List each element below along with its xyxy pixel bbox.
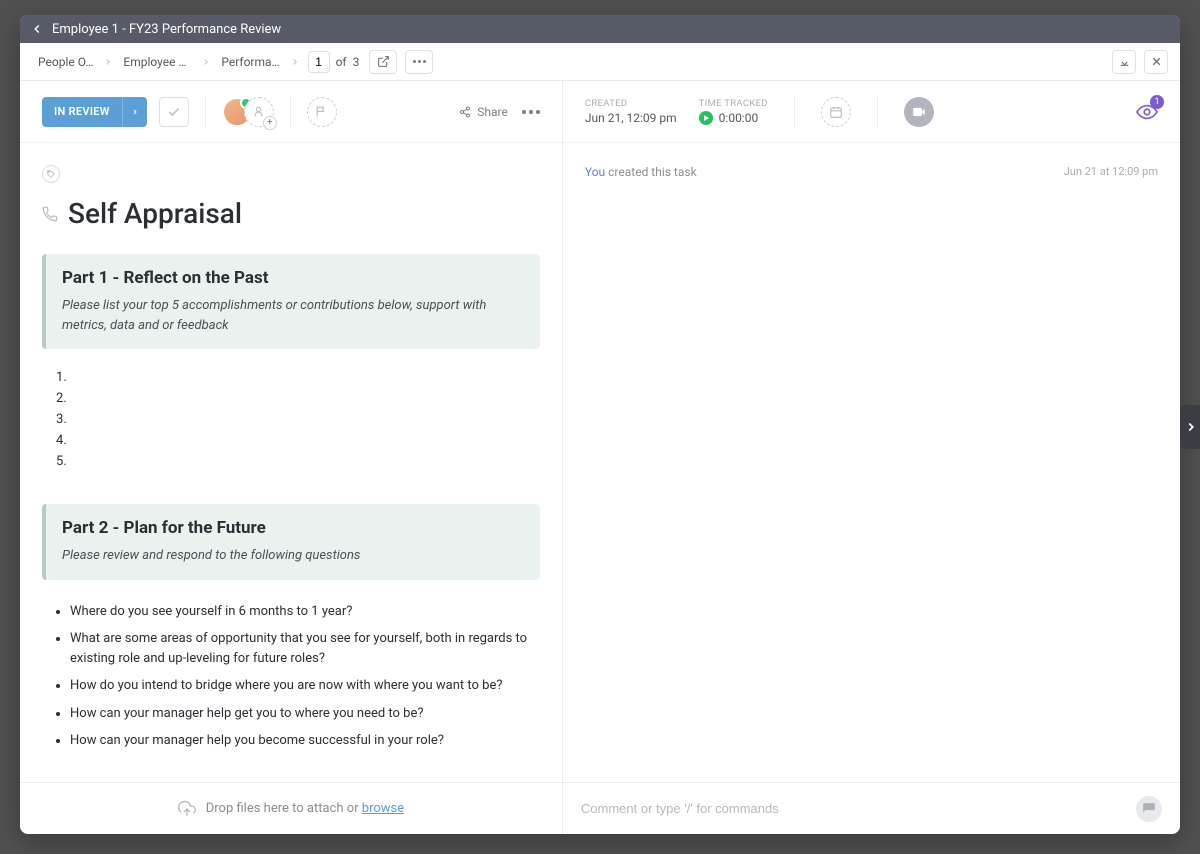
divider (794, 97, 795, 127)
browse-link[interactable]: browse (362, 801, 404, 816)
complete-check-button[interactable] (159, 97, 189, 127)
list-item[interactable]: How can your manager help you become suc… (70, 727, 540, 755)
close-icon[interactable] (1144, 50, 1168, 74)
divider (877, 97, 878, 127)
breadcrumb-item-0[interactable]: People O… (32, 51, 99, 73)
accomplishments-list[interactable] (42, 367, 540, 472)
list-item[interactable] (70, 367, 540, 388)
status-button[interactable]: IN REVIEW (42, 97, 147, 127)
list-item[interactable] (70, 430, 540, 451)
created-label: CREATED (585, 98, 677, 109)
part2-prompt: Please review and respond to the followi… (62, 546, 524, 566)
callout-part1: Part 1 - Reflect on the Past Please list… (42, 254, 540, 349)
attachment-dropzone[interactable]: Drop files here to attach or browse (20, 783, 563, 834)
chevron-right-icon (290, 57, 300, 67)
new-window-icon[interactable] (369, 50, 397, 74)
list-item[interactable] (70, 451, 540, 472)
window-title: Employee 1 - FY23 Performance Review (52, 22, 281, 37)
more-icon[interactable] (405, 50, 433, 74)
due-date-button[interactable] (821, 97, 851, 127)
status-caret-icon[interactable] (122, 97, 147, 127)
cloud-upload-icon (178, 800, 196, 818)
chevron-right-icon (201, 57, 211, 67)
questions-list[interactable]: Where do you see yourself in 6 months to… (42, 598, 540, 755)
status-label[interactable]: IN REVIEW (42, 97, 122, 127)
list-item[interactable]: How do you intend to bridge where you ar… (70, 672, 540, 700)
tag-button[interactable] (42, 165, 60, 183)
part1-prompt: Please list your top 5 accomplishments o… (62, 296, 524, 335)
dropzone-text: Drop files here to attach or (206, 801, 362, 816)
divider (290, 97, 291, 127)
plus-icon: + (263, 116, 277, 130)
chevron-right-icon (103, 57, 113, 67)
more-actions-icon[interactable] (522, 110, 540, 114)
list-item[interactable]: How can your manager help get you to whe… (70, 700, 540, 728)
share-label: Share (477, 105, 508, 119)
activity-entry: You created this task Jun 21 at 12:09 pm (585, 165, 1158, 179)
back-icon[interactable] (30, 22, 44, 36)
record-clip-button[interactable] (904, 97, 934, 127)
list-item[interactable] (70, 409, 540, 430)
comment-send-icon[interactable] (1136, 796, 1162, 822)
activity-actor: You (585, 165, 605, 179)
share-button[interactable]: Share (459, 105, 508, 119)
divider (205, 97, 206, 127)
task-title[interactable]: Self Appraisal (68, 197, 242, 230)
part1-heading: Part 1 - Reflect on the Past (62, 268, 524, 288)
page-counter: of 3 (308, 51, 360, 73)
watchers-count: 1 (1150, 95, 1164, 109)
breadcrumb-bar: People O… Employee E… Performa… of 3 (20, 43, 1180, 81)
page-total: 3 (353, 55, 360, 69)
watchers-button[interactable]: 1 (1136, 101, 1158, 123)
page-input[interactable] (308, 51, 330, 73)
task-type-icon (42, 206, 58, 222)
comment-input[interactable] (581, 801, 1126, 816)
activity-text: created this task (605, 165, 697, 179)
priority-flag-button[interactable] (307, 97, 337, 127)
add-assignee-button[interactable]: + (244, 97, 274, 127)
list-item[interactable] (70, 388, 540, 409)
time-tracked-label: TIME TRACKED (699, 98, 768, 109)
activity-time: Jun 21 at 12:09 pm (1064, 165, 1158, 179)
list-item[interactable]: Where do you see yourself in 6 months to… (70, 598, 540, 626)
breadcrumb-item-2[interactable]: Performa… (215, 51, 285, 73)
play-icon[interactable] (699, 111, 713, 125)
sidebar-toggle-icon[interactable] (1180, 405, 1200, 449)
callout-part2: Part 2 - Plan for the Future Please revi… (42, 504, 540, 580)
part2-heading: Part 2 - Plan for the Future (62, 518, 524, 538)
list-item[interactable]: What are some areas of opportunity that … (70, 625, 540, 672)
breadcrumb-item-1[interactable]: Employee E… (117, 51, 197, 73)
collapse-icon[interactable] (1112, 50, 1136, 74)
page-of-label: of (336, 55, 347, 69)
time-tracked-value: 0:00:00 (719, 111, 759, 125)
created-value: Jun 21, 12:09 pm (585, 111, 677, 125)
